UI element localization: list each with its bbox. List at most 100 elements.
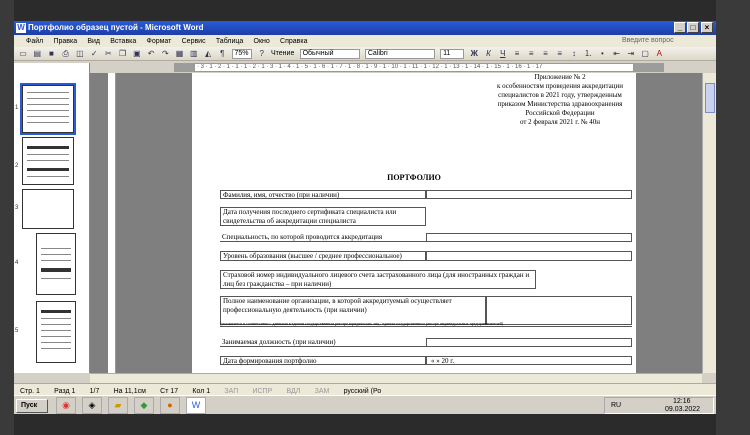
paragraph-icon[interactable]: ¶ [217, 49, 227, 59]
menu-window[interactable]: Окно [254, 38, 270, 45]
field-label-fio: Фамилия, имя, отчество (при наличии) [220, 190, 426, 199]
menu-format[interactable]: Формат [147, 38, 172, 45]
appendix-line: специалистов в 2021 году, утвержденным [498, 91, 622, 99]
folder-icon[interactable]: ▰ [108, 397, 128, 414]
outdent-icon[interactable]: ⇤ [612, 49, 622, 59]
line-spacing-icon[interactable]: ↕ [569, 49, 579, 59]
horizontal-scrollbar[interactable] [90, 373, 702, 383]
open-icon[interactable]: ▤ [32, 49, 42, 59]
bullets-icon[interactable]: • [597, 49, 607, 59]
status-section: Разд 1 [54, 388, 76, 395]
undo-icon[interactable]: ↶ [146, 49, 156, 59]
ruler-margin-left [174, 63, 194, 72]
borders-icon[interactable]: ▢ [640, 49, 650, 59]
cut-icon[interactable]: ✂ [103, 49, 113, 59]
new-document-icon[interactable]: ▭ [18, 49, 28, 59]
thumbnail-page-5[interactable] [36, 301, 76, 363]
thumbnail-page-3[interactable] [22, 189, 74, 229]
system-tray: RU 12:16 09.03.2022 [604, 397, 714, 414]
thumbnail-page-2[interactable] [22, 137, 74, 185]
indent-icon[interactable]: ⇥ [626, 49, 636, 59]
app-icon[interactable]: ● [160, 397, 180, 414]
word-taskbar-icon[interactable]: W [186, 397, 206, 414]
desktop-background-left [0, 0, 14, 435]
status-position: На 11,1см [113, 388, 146, 395]
menu-file[interactable]: Файл [26, 38, 43, 45]
font-select[interactable]: Calibri [364, 49, 435, 59]
app-icon[interactable]: ◈ [82, 397, 102, 414]
redo-icon[interactable]: ↷ [160, 49, 170, 59]
document-area[interactable]: Приложение № 2 к особенностям проведения… [90, 73, 702, 373]
print-icon[interactable]: ⎙ [61, 49, 71, 59]
paste-icon[interactable]: ▣ [132, 49, 142, 59]
status-record[interactable]: ЗАП [224, 388, 238, 395]
organization-note: (указывается в соответствии с данными в … [220, 321, 632, 327]
field-label-snils: Страховой номер индивидуального лицевого… [220, 270, 536, 289]
scroll-thumb[interactable] [705, 83, 715, 113]
thumbnail-page-1[interactable] [20, 83, 76, 135]
field-value-date[interactable]: « » 20 г. [426, 356, 632, 365]
style-select[interactable]: Обычный [299, 49, 360, 59]
field-label-certificate: Дата получения последнего сертификата сп… [220, 207, 426, 226]
thumbnail-page-4[interactable] [36, 233, 76, 295]
table-icon[interactable]: ▦ [175, 49, 185, 59]
menu-bar: Файл Правка Вид Вставка Формат Сервис Та… [14, 35, 716, 47]
menu-insert[interactable]: Вставка [110, 38, 136, 45]
underline-icon[interactable]: Ч [498, 49, 508, 59]
reading-mode-button[interactable]: Чтение [271, 49, 294, 59]
menu-edit[interactable]: Правка [53, 38, 77, 45]
status-page: Стр. 1 [20, 388, 40, 395]
status-line: Ст 17 [160, 388, 179, 395]
status-language[interactable]: русский (Ро [344, 388, 382, 395]
help-search-input[interactable]: Введите вопрос [622, 35, 692, 47]
desktop-background-right [716, 0, 750, 435]
field-value-fio[interactable] [426, 190, 632, 199]
field-value-specialty[interactable] [426, 233, 632, 242]
menu-view[interactable]: Вид [87, 38, 100, 45]
align-center-icon[interactable]: ≡ [526, 49, 536, 59]
thumbnail-number: 1 [15, 105, 19, 111]
language-indicator[interactable]: RU [611, 402, 621, 409]
app-icon[interactable]: ◆ [134, 397, 154, 414]
copy-icon[interactable]: ❐ [118, 49, 128, 59]
bold-icon[interactable]: Ж [469, 49, 479, 59]
save-icon[interactable]: ■ [46, 49, 56, 59]
zoom-select[interactable]: 75% [231, 49, 252, 59]
document-page[interactable]: Приложение № 2 к особенностям проведения… [192, 73, 636, 373]
font-size-select[interactable]: 11 [440, 49, 465, 59]
status-overtype[interactable]: ЗАМ [315, 388, 330, 395]
preview-icon[interactable]: ◫ [75, 49, 85, 59]
vertical-ruler[interactable] [108, 73, 116, 373]
field-label-specialty: Специальность, по которой проводится акк… [220, 233, 426, 242]
status-extend[interactable]: ВДЛ [287, 388, 301, 395]
menu-tools[interactable]: Сервис [182, 38, 206, 45]
start-button[interactable]: Пуск [16, 399, 48, 413]
chrome-icon[interactable]: ◉ [56, 397, 76, 414]
menu-help[interactable]: Справка [280, 38, 307, 45]
close-button[interactable]: × [701, 22, 713, 33]
appendix-line: от 2 февраля 2021 г. № 40н [519, 118, 601, 126]
maximize-button[interactable]: □ [687, 22, 699, 33]
word-app-icon: W [16, 23, 26, 33]
field-value-position[interactable] [426, 338, 632, 347]
highlight-icon[interactable]: A [654, 49, 664, 59]
italic-icon[interactable]: К [484, 49, 494, 59]
numbering-icon[interactable]: ⒈ [583, 49, 593, 59]
drawing-icon[interactable]: ◭ [203, 49, 213, 59]
menu-table[interactable]: Таблица [216, 38, 243, 45]
vertical-scrollbar[interactable] [702, 73, 716, 373]
thumbnail-number: 3 [15, 205, 19, 211]
field-value-education[interactable] [426, 251, 632, 261]
columns-icon[interactable]: ▥ [189, 49, 199, 59]
status-track[interactable]: ИСПР [252, 388, 272, 395]
align-left-icon[interactable]: ≡ [512, 49, 522, 59]
minimize-button[interactable]: _ [674, 22, 686, 33]
help-icon[interactable]: ? [257, 49, 267, 59]
field-label-position: Занимаемая должность (при наличии) [220, 338, 426, 347]
horizontal-ruler[interactable]: · 3 · 1 · 2 · 1 · 1 · 1 · 2 · 1 · 3 · 1 … [194, 63, 634, 72]
align-right-icon[interactable]: ≡ [540, 49, 550, 59]
thumbnail-number: 5 [15, 328, 19, 334]
spelling-icon[interactable]: ✓ [89, 49, 99, 59]
appendix-line: к особенностям проведения аккредитации [496, 82, 624, 90]
justify-icon[interactable]: ≡ [555, 49, 565, 59]
